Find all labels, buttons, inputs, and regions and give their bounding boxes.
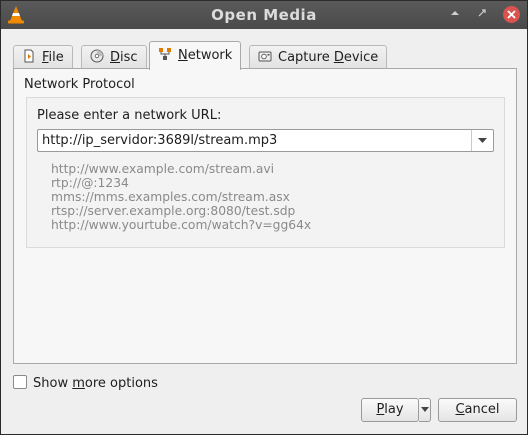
url-example: http://www.yourtube.com/watch?v=gg64x	[51, 218, 312, 232]
close-icon	[507, 10, 516, 19]
url-history-dropdown-button[interactable]	[471, 130, 493, 151]
tab-disc-accel: D	[110, 50, 121, 65]
play-label: lay	[384, 402, 404, 417]
capture-device-icon	[258, 51, 272, 62]
show-more-options-checkbox[interactable]	[13, 375, 27, 389]
minimize-icon	[451, 11, 459, 15]
url-example: mms://mms.examples.com/stream.asx	[51, 190, 290, 204]
tab-capture-accel: D	[333, 50, 344, 65]
cancel-button[interactable]: Cancel	[438, 398, 517, 422]
show-more-label: ore options	[84, 376, 158, 391]
restore-icon	[478, 9, 486, 17]
play-button[interactable]: Play	[361, 398, 419, 422]
network-tab-pane: Network Protocol Please enter a network …	[13, 68, 517, 364]
file-icon	[24, 49, 34, 63]
tab-disc[interactable]: Disc	[81, 45, 147, 68]
tab-network-accel: N	[178, 48, 188, 63]
cancel-label: ancel	[464, 402, 500, 417]
tab-file-label: ile	[48, 50, 64, 65]
chevron-down-icon	[478, 138, 487, 143]
url-example: rtsp://server.example.org:8080/test.sdp	[51, 204, 296, 218]
network-protocol-group: Please enter a network URL: http://www.e…	[26, 97, 505, 248]
network-url-label: Please enter a network URL:	[37, 108, 222, 123]
maximize-button[interactable]	[474, 7, 490, 23]
tab-capture-device[interactable]: Capture Device	[249, 45, 388, 68]
play-options-dropdown-button[interactable]	[419, 398, 431, 422]
url-example: http://www.example.com/stream.avi	[51, 162, 275, 176]
title-bar[interactable]: Open Media	[1, 1, 527, 29]
network-url-input[interactable]	[38, 130, 470, 151]
tab-file[interactable]: File	[13, 45, 73, 68]
tab-disc-label: isc	[120, 50, 138, 65]
url-examples: http://www.example.com/stream.avi rtp://…	[51, 162, 311, 232]
minimize-button[interactable]	[447, 7, 463, 23]
open-media-dialog: Open Media File Disc Network Capture Dev…	[0, 0, 528, 435]
cancel-accel: C	[455, 402, 465, 417]
show-more-label-pre: Show	[33, 376, 73, 391]
network-url-combobox[interactable]	[37, 129, 494, 152]
close-button[interactable]	[503, 6, 520, 23]
chevron-down-icon	[420, 407, 429, 412]
tab-capture-label: evice	[343, 50, 379, 65]
url-example: rtp://@:1234	[51, 176, 129, 190]
tab-network[interactable]: Network	[149, 41, 242, 70]
tab-network-label: etwork	[187, 48, 233, 63]
disc-icon	[90, 49, 104, 63]
show-more-accel: m	[72, 376, 85, 391]
network-icon	[159, 48, 171, 60]
tab-capture-label-pre: Capture	[278, 50, 334, 65]
network-protocol-heading: Network Protocol	[24, 77, 135, 92]
show-more-options[interactable]: Show more options	[13, 375, 158, 391]
